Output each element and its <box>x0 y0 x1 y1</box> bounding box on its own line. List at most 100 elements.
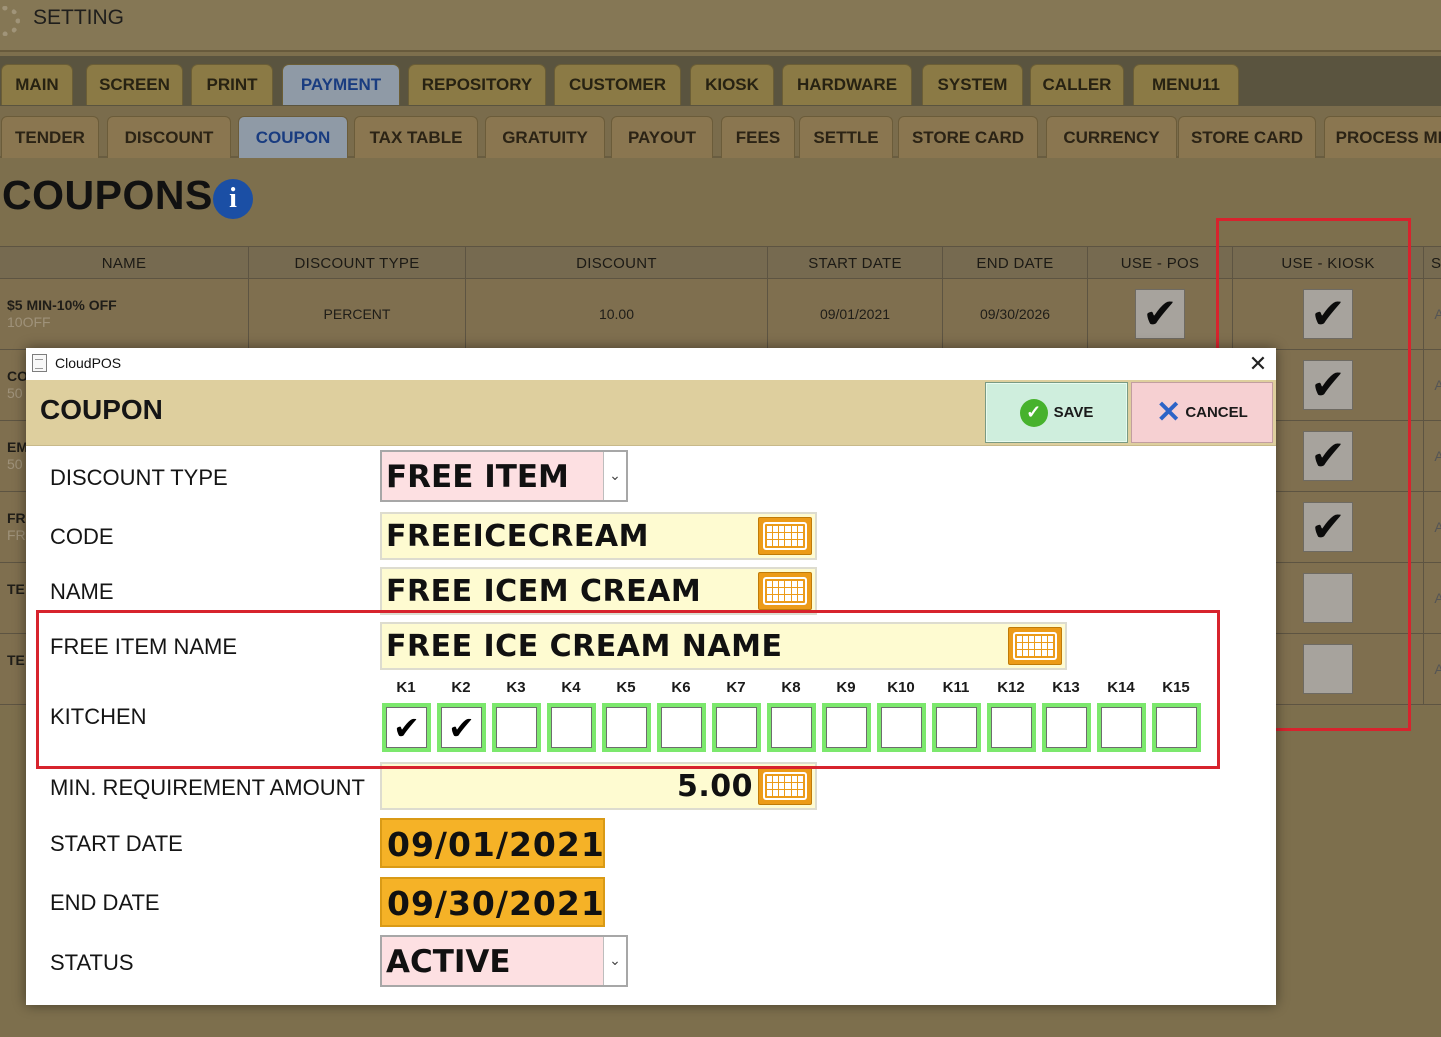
column-header[interactable]: USE - KIOSK <box>1233 247 1424 280</box>
discount-type-label: DISCOUNT TYPE <box>50 465 228 490</box>
kitchen-checkbox-k7[interactable] <box>712 703 761 752</box>
coupon-code: 50 <box>7 456 23 472</box>
use-kiosk-checkbox[interactable]: ✔ <box>1303 360 1353 410</box>
tab-payment[interactable]: PAYMENT <box>282 64 400 105</box>
column-header[interactable]: USE - POS <box>1088 247 1233 280</box>
kitchen-checkbox-k14[interactable] <box>1097 703 1146 752</box>
use-kiosk-checkbox[interactable]: ✔ <box>1303 289 1353 339</box>
tab-screen[interactable]: SCREEN <box>86 64 183 105</box>
keyboard-icon[interactable] <box>758 517 812 555</box>
keyboard-icon[interactable] <box>758 767 812 805</box>
kitchen-checkbox-k10[interactable] <box>877 703 926 752</box>
kitchen-checkbox-k9[interactable] <box>822 703 871 752</box>
kitchen-checkbox-k2[interactable]: ✔ <box>437 703 486 752</box>
cancel-button[interactable]: ✕ CANCEL <box>1131 382 1273 443</box>
table-header: NAME DISCOUNT TYPE DISCOUNT START DATE END D… <box>0 246 1441 280</box>
tab-customer[interactable]: CUSTOMER <box>554 64 681 105</box>
end-date-field[interactable]: 09/30/2021 <box>380 877 605 927</box>
x-icon: ✕ <box>1156 395 1182 429</box>
subtab-tender[interactable]: TENDER <box>1 116 99 158</box>
app-title: SETTING <box>33 6 125 29</box>
column-header[interactable]: NAME <box>0 247 249 280</box>
use-kiosk-checkbox[interactable]: ✔ <box>1303 431 1353 481</box>
use-kiosk-checkbox[interactable]: ✔ <box>1303 502 1353 552</box>
kitchen-label-k3: K3 <box>506 679 526 696</box>
coupon-code: 10OFF <box>7 314 51 330</box>
save-button[interactable]: ✓ SAVE <box>985 382 1128 443</box>
status-select[interactable]: ACTIVE ⌄ <box>380 935 628 987</box>
subtab-currency[interactable]: CURRENCY <box>1046 116 1177 158</box>
discount-type-value: FREE ITEM <box>386 459 569 495</box>
column-header[interactable]: DISCOUNT TYPE <box>249 247 466 280</box>
coupon-name-cell: $5 MIN-10% OFF 10OFF <box>0 279 249 349</box>
kitchen-checkbox-k13[interactable] <box>1042 703 1091 752</box>
subtab-tax-table[interactable]: TAX TABLE <box>354 116 478 158</box>
kitchen-checkbox-k6[interactable] <box>657 703 706 752</box>
kitchen-checkbox-k4[interactable] <box>547 703 596 752</box>
start-date-cell: 09/01/2021 <box>768 279 943 349</box>
status-cell: A <box>1434 448 1441 464</box>
kitchen-checkbox-k5[interactable] <box>602 703 651 752</box>
app-title-bar: SETTING <box>0 0 1441 52</box>
column-header[interactable]: DISCOUNT <box>466 247 768 280</box>
column-header[interactable]: START DATE <box>768 247 943 280</box>
kitchen-checkbox-k3[interactable] <box>492 703 541 752</box>
kitchen-checkbox-k12[interactable] <box>987 703 1036 752</box>
subtab-process-mi[interactable]: PROCESS MI <box>1324 116 1441 158</box>
use-pos-checkbox[interactable]: ✔ <box>1135 289 1185 339</box>
chevron-down-icon: ⌄ <box>603 452 626 500</box>
column-header[interactable]: END DATE <box>943 247 1088 280</box>
end-date-cell: 09/30/2026 <box>943 279 1088 349</box>
subtab-payout[interactable]: PAYOUT <box>611 116 713 158</box>
subtab-fees[interactable]: FEES <box>721 116 795 158</box>
subtab-store-card[interactable]: STORE CARD <box>898 116 1038 158</box>
tab-hardware[interactable]: HARDWARE <box>782 64 912 105</box>
use-kiosk-checkbox[interactable] <box>1303 644 1353 694</box>
kitchen-label-k5: K5 <box>616 679 636 696</box>
table-row[interactable]: $5 MIN-10% OFF 10OFF PERCENT 10.00 09/01/202… <box>0 279 1441 350</box>
coupon-name: TE <box>7 652 25 668</box>
kitchen-checkbox-k11[interactable] <box>932 703 981 752</box>
use-kiosk-checkbox[interactable] <box>1303 573 1353 623</box>
tab-print[interactable]: PRINT <box>191 64 273 105</box>
status-cell: A <box>1434 519 1441 535</box>
tab-menu11[interactable]: MENU11 <box>1133 64 1239 105</box>
subtab-gratuity[interactable]: GRATUITY <box>485 116 605 158</box>
kitchen-label-k13: K13 <box>1052 679 1080 696</box>
name-value: FREE ICEM CREAM <box>386 574 702 609</box>
subtab-settle[interactable]: SETTLE <box>799 116 893 158</box>
tab-system[interactable]: SYSTEM <box>922 64 1023 105</box>
kitchen-label-k12: K12 <box>997 679 1025 696</box>
start-date-field[interactable]: 09/01/2021 <box>380 818 605 868</box>
tab-caller[interactable]: CALLER <box>1030 64 1124 105</box>
kitchen-label-k15: K15 <box>1162 679 1190 696</box>
dialog-app-name: CloudPOS <box>55 355 122 371</box>
status-label: STATUS <box>50 950 134 975</box>
subtab-coupon[interactable]: COUPON <box>238 116 348 158</box>
status-value: ACTIVE <box>386 944 511 980</box>
column-header[interactable]: S <box>1424 247 1441 280</box>
tab-kiosk[interactable]: KIOSK <box>690 64 774 105</box>
sub-tab-bar: TENDER DISCOUNT COUPON TAX TABLE GRATUITY PAY… <box>0 106 1441 158</box>
subtab-discount[interactable]: DISCOUNT <box>107 116 231 158</box>
close-icon[interactable]: ✕ <box>1244 350 1272 378</box>
tab-main[interactable]: MAIN <box>1 64 73 105</box>
kitchen-label-k11: K11 <box>942 679 970 696</box>
kitchen-checkbox-k15[interactable] <box>1152 703 1201 752</box>
name-input[interactable]: FREE ICEM CREAM <box>380 567 817 615</box>
keyboard-icon[interactable] <box>758 572 812 610</box>
kitchen-checkbox-k8[interactable] <box>767 703 816 752</box>
kitchen-label-k10: K10 <box>887 679 915 696</box>
discount-type-select[interactable]: FREE ITEM ⌄ <box>380 450 628 502</box>
kitchen-label-k14: K14 <box>1107 679 1135 696</box>
subtab-store-card[interactable]: STORE CARD <box>1178 116 1316 158</box>
tab-repository[interactable]: REPOSITORY <box>408 64 546 105</box>
info-icon[interactable]: i <box>213 179 253 219</box>
free-item-name-input[interactable]: FREE ICE CREAM NAME <box>380 622 1067 670</box>
kitchen-checkbox-k1[interactable]: ✔ <box>382 703 431 752</box>
code-input[interactable]: FREEICECREAM <box>380 512 817 560</box>
use-pos-cell: ✔ <box>1088 279 1233 349</box>
keyboard-icon[interactable] <box>1008 627 1062 665</box>
min-requirement-input[interactable]: 5.00 <box>380 762 817 810</box>
code-label: CODE <box>50 524 114 549</box>
